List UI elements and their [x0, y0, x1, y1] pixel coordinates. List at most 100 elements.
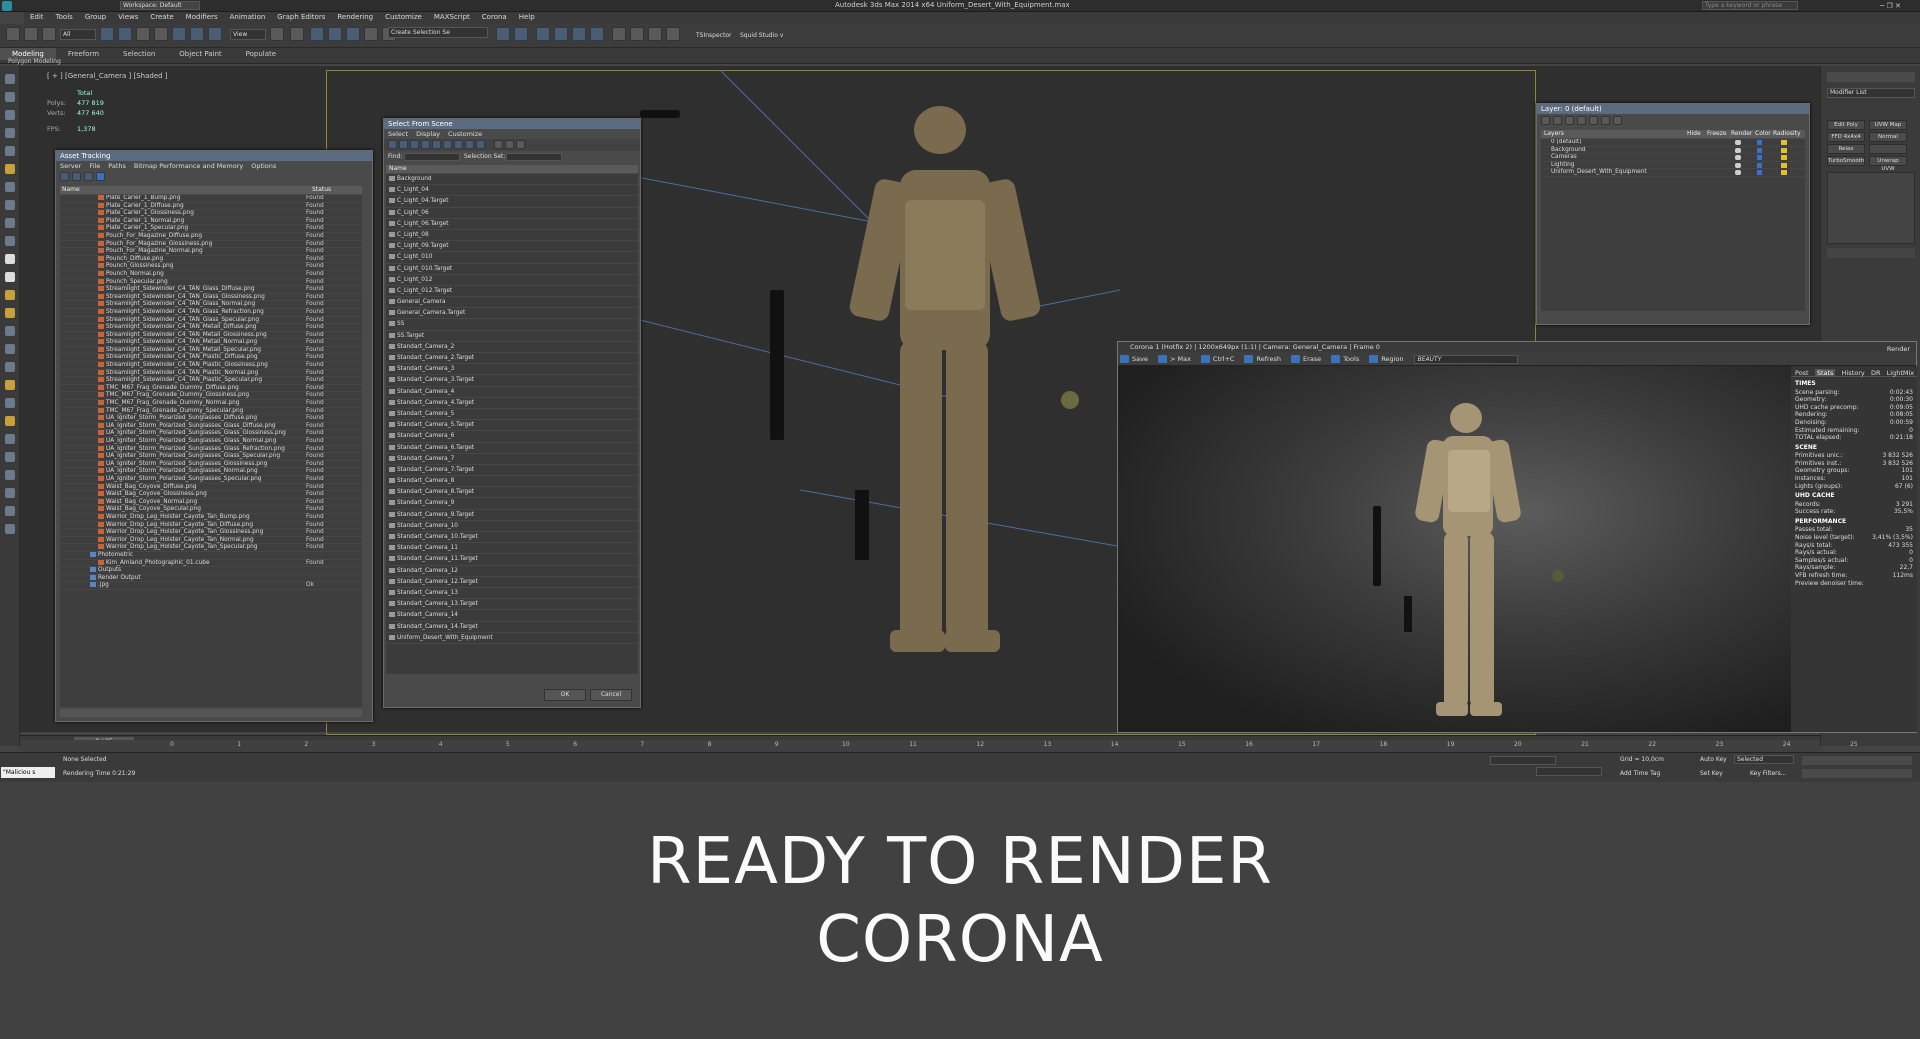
layer-row[interactable]: Lighting: [1541, 162, 1805, 170]
turbosmooth-button[interactable]: TurboSmooth: [1827, 156, 1865, 166]
scene-object-row[interactable]: General_Camera: [386, 297, 638, 309]
scene-object-row[interactable]: C_Light_012.Target: [386, 286, 638, 298]
unwrap-uvw-button[interactable]: Unwrap UVW: [1869, 156, 1907, 172]
find-input[interactable]: [404, 153, 460, 161]
scene-object-row[interactable]: C_Light_012: [386, 275, 638, 286]
asset-row[interactable]: Waist_Bag_Coyove_Glossiness.png Found: [60, 491, 362, 499]
menu-views[interactable]: Views: [112, 12, 144, 22]
asset-row[interactable]: Photometric: [60, 551, 362, 560]
viewport-label[interactable]: [ + ] [General_Camera ] [Shaded ]: [47, 72, 168, 80]
asset-list[interactable]: Plate_Carier_1_Bump.png Found Plate_Carier…: [60, 195, 362, 707]
hide-all-icon[interactable]: [1601, 116, 1610, 125]
spinner-snap-icon[interactable]: [364, 27, 378, 41]
asset-row[interactable]: UA_Igniter_Storm_Polarized_Sunglasses_Gl…: [60, 422, 362, 431]
layer-manager-icon[interactable]: [536, 27, 550, 41]
rect-selection-icon[interactable]: [136, 27, 150, 41]
asset-row[interactable]: Waist_Bag_Coyove_Diffuse.png Found: [60, 483, 362, 492]
percent-snap-icon[interactable]: [346, 27, 360, 41]
scene-object-row[interactable]: C_Light_04: [386, 185, 638, 197]
asset-row[interactable]: Plate_Carier_1_Glossiness.png Found: [60, 210, 362, 218]
asset-row[interactable]: Pouch_For_Magazine_Diffuse.png Found: [60, 232, 362, 241]
menu-rendering[interactable]: Rendering: [331, 12, 379, 22]
toolbar-icon[interactable]: [5, 290, 15, 300]
vfb-to-max-button[interactable]: > Max: [1156, 352, 1199, 366]
scene-object-row[interactable]: Standart_Camera_10: [386, 521, 638, 532]
asset-row[interactable]: Waist_Bag_Coyove_Normal.png Found: [60, 498, 362, 507]
tab-populate[interactable]: Populate: [234, 48, 288, 60]
render-teapot-icon[interactable]: [1735, 162, 1741, 168]
filter-groups-icon[interactable]: [454, 140, 463, 149]
toolbar-icon[interactable]: [5, 110, 15, 120]
workspace-dropdown[interactable]: Workspace: Default: [120, 1, 200, 10]
select-icon[interactable]: [100, 27, 114, 41]
radiosity-icon[interactable]: [1781, 140, 1787, 145]
tab-object-paint[interactable]: Object Paint: [167, 48, 233, 60]
select-from-scene-title[interactable]: Select From Scene: [384, 119, 640, 129]
layer-row[interactable]: Cameras: [1541, 154, 1805, 162]
move-icon[interactable]: [172, 27, 186, 41]
toolbar-icon[interactable]: [5, 146, 15, 156]
vfb-copy-button[interactable]: Ctrl+C: [1199, 352, 1243, 366]
menu-maxscript[interactable]: MAXScript: [428, 12, 476, 22]
scene-object-row[interactable]: Standart_Camera_2.Target: [386, 353, 638, 365]
asset-row[interactable]: UA_Igniter_Storm_Polarized_Sunglasses_Sp…: [60, 475, 362, 484]
asset-menu-paths[interactable]: Paths: [104, 162, 130, 170]
toolbar-icon[interactable]: [5, 254, 15, 264]
scene-object-row[interactable]: C_Light_010: [386, 252, 638, 264]
asset-row[interactable]: TMC_M67_Frag_Grenade_Dummy_Glossiness.pn…: [60, 392, 362, 401]
add-to-layer-icon[interactable]: [1565, 116, 1574, 125]
asset-row[interactable]: Outputs: [60, 567, 362, 575]
asset-row[interactable]: UA_Igniter_Storm_Polarized_Sunglasses_Di…: [60, 415, 362, 423]
asset-row[interactable]: Streamlight_Sidewinder_C4_TAN_Glass_Norm…: [60, 301, 362, 309]
stack-tools[interactable]: [1827, 248, 1915, 258]
key-mode-dropdown[interactable]: Selected: [1734, 755, 1794, 764]
freeze-all-icon[interactable]: [1613, 116, 1622, 125]
ffd-button[interactable]: FFD 4x4x4: [1827, 132, 1865, 142]
reference-coord-dropdown[interactable]: View: [230, 29, 266, 40]
uvw-map-button[interactable]: UVW Map: [1869, 120, 1907, 130]
highlight-layer-icon[interactable]: [1589, 116, 1598, 125]
bind-icon[interactable]: [42, 27, 56, 41]
scale-icon[interactable]: [208, 27, 222, 41]
render-setup-icon[interactable]: [630, 27, 644, 41]
filter-shapes-icon[interactable]: [399, 140, 408, 149]
menu-corona[interactable]: Corona: [476, 12, 513, 22]
scene-object-row[interactable]: Standart_Camera_6: [386, 431, 638, 443]
asset-col-status[interactable]: Status: [312, 186, 331, 194]
toolbar-icon[interactable]: [5, 524, 15, 534]
tsinspector-button[interactable]: TSInspector: [696, 32, 731, 39]
toolbar-icon[interactable]: [5, 92, 15, 102]
curve-editor-icon[interactable]: [572, 27, 586, 41]
graphite-toggle-icon[interactable]: [554, 27, 568, 41]
asset-row[interactable]: Waist_Bag_Coyove_Specular.png Found: [60, 506, 362, 514]
sfs-menu-customize[interactable]: Customize: [444, 130, 486, 138]
playback-controls[interactable]: [1802, 756, 1912, 765]
asset-row[interactable]: UA_Igniter_Storm_Polarized_Sunglasses_Gl…: [60, 460, 362, 469]
scene-object-row[interactable]: Standart_Camera_7.Target: [386, 465, 638, 477]
command-panel-tabs[interactable]: [1827, 72, 1915, 82]
scene-object-row[interactable]: Standart_Camera_13: [386, 588, 638, 600]
scene-object-row[interactable]: Standart_Camera_5: [386, 409, 638, 421]
scene-object-row[interactable]: Standart_Camera_14.Target: [386, 622, 638, 633]
rotate-icon[interactable]: [190, 27, 204, 41]
angle-snap-icon[interactable]: [328, 27, 342, 41]
scene-object-row[interactable]: Standart_Camera_13.Target: [386, 599, 638, 611]
asset-row[interactable]: Streamlight_Sidewinder_C4_TAN_Glass_Glos…: [60, 293, 362, 302]
asset-refresh-icon[interactable]: [60, 172, 69, 181]
align-icon[interactable]: [514, 27, 528, 41]
asset-tracking-title[interactable]: Asset Tracking: [56, 151, 372, 161]
scene-object-row[interactable]: Standart_Camera_7: [386, 454, 638, 465]
toolbar-icon[interactable]: [5, 380, 15, 390]
asset-row[interactable]: TMC_M67_Frag_Grenade_Dummy_Diffuse.png Fo…: [60, 384, 362, 393]
edit-poly-button[interactable]: Edit Poly: [1827, 120, 1865, 130]
menu-tools[interactable]: Tools: [50, 12, 79, 22]
viewport-navigation-controls[interactable]: [1802, 769, 1912, 778]
soldier-model-viewport[interactable]: [600, 70, 1120, 730]
empty-modifier-button[interactable]: [1869, 144, 1907, 154]
layer-col-render[interactable]: Render: [1731, 130, 1752, 138]
delete-layer-icon[interactable]: [1553, 116, 1562, 125]
render-teapot-icon[interactable]: [1735, 140, 1741, 145]
scene-object-row[interactable]: C_Light_06: [386, 208, 638, 219]
asset-row[interactable]: Streamlight_Sidewinder_C4_TAN_Glass_Diff…: [60, 286, 362, 294]
sfs-menu-display[interactable]: Display: [412, 130, 444, 138]
